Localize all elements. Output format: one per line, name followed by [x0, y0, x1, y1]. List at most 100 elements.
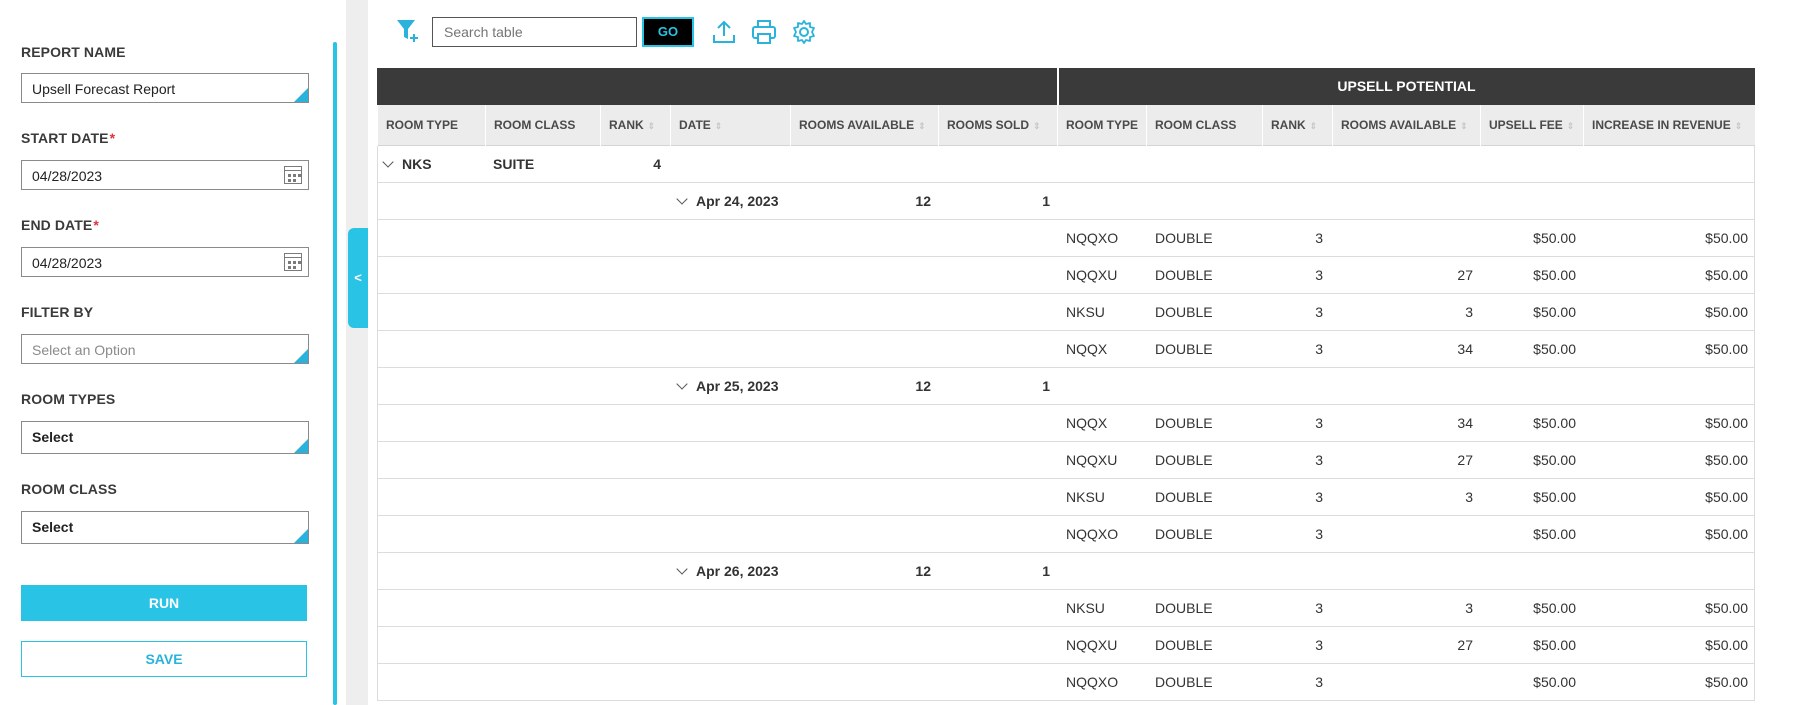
col-rooms-available[interactable]: ROOMS AVAILABLE ⇕ — [790, 105, 938, 146]
table-row: NKSU DOUBLE 3 3 $50.00 $50.00 — [377, 294, 1755, 331]
col-label: ROOM CLASS — [494, 118, 576, 132]
upsell-room-class: DOUBLE — [1155, 452, 1213, 468]
col-upsell-rank[interactable]: RANK ⇕ — [1262, 105, 1332, 146]
search-table-input[interactable] — [432, 17, 637, 47]
col-upsell-room-type[interactable]: ROOM TYPE — [1057, 105, 1146, 146]
go-button[interactable]: GO — [642, 17, 694, 47]
date-text: Apr 26, 2023 — [696, 563, 779, 579]
upsell-fee: $50.00 — [1533, 304, 1576, 320]
save-button[interactable]: SAVE — [21, 641, 307, 677]
table-column-headers: ROOM TYPE ROOM CLASS RANK ⇕ DATE ⇕ ROOMS A… — [377, 105, 1755, 146]
date-cell[interactable]: Apr 25, 2023 — [676, 368, 779, 404]
required-mark: * — [93, 217, 99, 233]
upsell-rooms-available: 3 — [1465, 489, 1473, 505]
dropdown-corner-icon — [294, 529, 308, 543]
upload-icon[interactable] — [711, 19, 737, 45]
filter-add-icon[interactable] — [396, 18, 420, 44]
group-room-class: SUITE — [493, 156, 535, 172]
rooms-sold-cell: 1 — [1042, 563, 1050, 579]
col-label: ROOMS AVAILABLE — [1341, 118, 1457, 132]
upsell-room-class: DOUBLE — [1155, 489, 1213, 505]
chevron-down-icon[interactable] — [676, 563, 688, 575]
upsell-room-class: DOUBLE — [1155, 674, 1213, 690]
col-upsell-room-class[interactable]: ROOM CLASS — [1146, 105, 1262, 146]
col-upsell-rooms-available[interactable]: ROOMS AVAILABLE ⇕ — [1332, 105, 1480, 146]
increase-in-revenue: $50.00 — [1705, 600, 1748, 616]
room-types-select[interactable]: Select — [21, 421, 309, 454]
date-row[interactable]: Apr 26, 2023 12 1 — [377, 553, 1755, 590]
dropdown-corner-icon — [294, 439, 308, 453]
col-date[interactable]: DATE ⇕ — [670, 105, 790, 146]
table-row: NQQX DOUBLE 3 34 $50.00 $50.00 — [377, 405, 1755, 442]
rooms-sold-cell: 1 — [1042, 378, 1050, 394]
col-room-class[interactable]: ROOM CLASS — [485, 105, 600, 146]
chevron-down-icon[interactable] — [676, 378, 688, 390]
date-cell[interactable]: Apr 26, 2023 — [676, 553, 779, 589]
date-row[interactable]: Apr 24, 2023 12 1 — [377, 183, 1755, 220]
upsell-potential-header: UPSELL POTENTIAL — [1337, 78, 1476, 94]
table-row: NQQXO DOUBLE 3 $50.00 $50.00 — [377, 664, 1755, 701]
start-date-value: 04/28/2023 — [32, 168, 103, 184]
col-label: RANK — [1271, 118, 1306, 132]
upsell-rank: 3 — [1315, 267, 1323, 283]
group-row[interactable]: NKS SUITE 4 — [377, 146, 1755, 183]
end-date-label-text: END DATE — [21, 217, 93, 233]
table-row: NQQXO DOUBLE 3 $50.00 $50.00 — [377, 516, 1755, 553]
group-room-type[interactable]: NKS — [382, 146, 432, 182]
upsell-rooms-available: 34 — [1457, 341, 1473, 357]
table-row: NQQXU DOUBLE 3 27 $50.00 $50.00 — [377, 442, 1755, 479]
calendar-icon[interactable] — [284, 253, 302, 271]
upsell-room-type: NQQXU — [1066, 452, 1118, 468]
panel-gutter — [346, 0, 368, 705]
room-class-select[interactable]: Select — [21, 511, 309, 544]
table-group-header: UPSELL POTENTIAL — [377, 68, 1755, 105]
upsell-rooms-available: 27 — [1457, 637, 1473, 653]
table-row: NKSU DOUBLE 3 3 $50.00 $50.00 — [377, 479, 1755, 516]
upsell-room-class: DOUBLE — [1155, 267, 1213, 283]
report-sidebar: REPORT NAME Upsell Forecast Report START… — [0, 0, 340, 705]
room-types-label: ROOM TYPES — [21, 391, 116, 407]
rooms-sold-cell: 1 — [1042, 193, 1050, 209]
col-rank[interactable]: RANK ⇕ — [600, 105, 670, 146]
sidebar-accent-bar — [333, 42, 337, 705]
date-cell[interactable]: Apr 24, 2023 — [676, 183, 779, 219]
filter-by-select[interactable]: Select an Option — [21, 334, 309, 364]
upsell-room-type: NKSU — [1066, 304, 1105, 320]
col-rooms-sold[interactable]: ROOMS SOLD ⇕ — [938, 105, 1057, 146]
upsell-room-class: DOUBLE — [1155, 526, 1213, 542]
upsell-fee: $50.00 — [1533, 489, 1576, 505]
col-label: INCREASE IN REVENUE — [1592, 118, 1731, 132]
run-button[interactable]: RUN — [21, 585, 307, 621]
increase-in-revenue: $50.00 — [1705, 674, 1748, 690]
upsell-rooms-available: 34 — [1457, 415, 1473, 431]
upsell-room-type: NQQXU — [1066, 267, 1118, 283]
upsell-fee: $50.00 — [1533, 267, 1576, 283]
col-upsell-fee[interactable]: UPSELL FEE ⇕ — [1480, 105, 1583, 146]
col-increase-in-revenue[interactable]: INCREASE IN REVENUE ⇕ — [1583, 105, 1755, 146]
col-label: ROOM CLASS — [1155, 118, 1237, 132]
start-date-field[interactable]: 04/28/2023 — [21, 160, 309, 190]
chevron-down-icon[interactable] — [676, 193, 688, 205]
sort-icon: ⇕ — [1566, 121, 1575, 131]
sort-icon: ⇕ — [714, 121, 723, 131]
group-room-type-text: NKS — [402, 156, 432, 172]
print-icon[interactable] — [751, 19, 777, 45]
sort-icon: ⇕ — [1309, 121, 1318, 131]
field-corner-icon — [294, 88, 308, 102]
date-row[interactable]: Apr 25, 2023 12 1 — [377, 368, 1755, 405]
end-date-field[interactable]: 04/28/2023 — [21, 247, 309, 277]
collapse-sidebar-button[interactable]: < — [348, 228, 368, 328]
upsell-room-type: NQQXO — [1066, 526, 1119, 542]
upsell-fee: $50.00 — [1533, 637, 1576, 653]
report-name-value: Upsell Forecast Report — [32, 81, 176, 97]
increase-in-revenue: $50.00 — [1705, 526, 1748, 542]
report-name-field[interactable]: Upsell Forecast Report — [21, 73, 309, 103]
upsell-fee: $50.00 — [1533, 600, 1576, 616]
col-room-type[interactable]: ROOM TYPE — [377, 105, 485, 146]
gear-icon[interactable] — [791, 19, 817, 45]
upsell-room-class: DOUBLE — [1155, 341, 1213, 357]
end-date-value: 04/28/2023 — [32, 255, 103, 271]
calendar-icon[interactable] — [284, 166, 302, 184]
chevron-down-icon[interactable] — [382, 156, 394, 168]
date-text: Apr 25, 2023 — [696, 378, 779, 394]
